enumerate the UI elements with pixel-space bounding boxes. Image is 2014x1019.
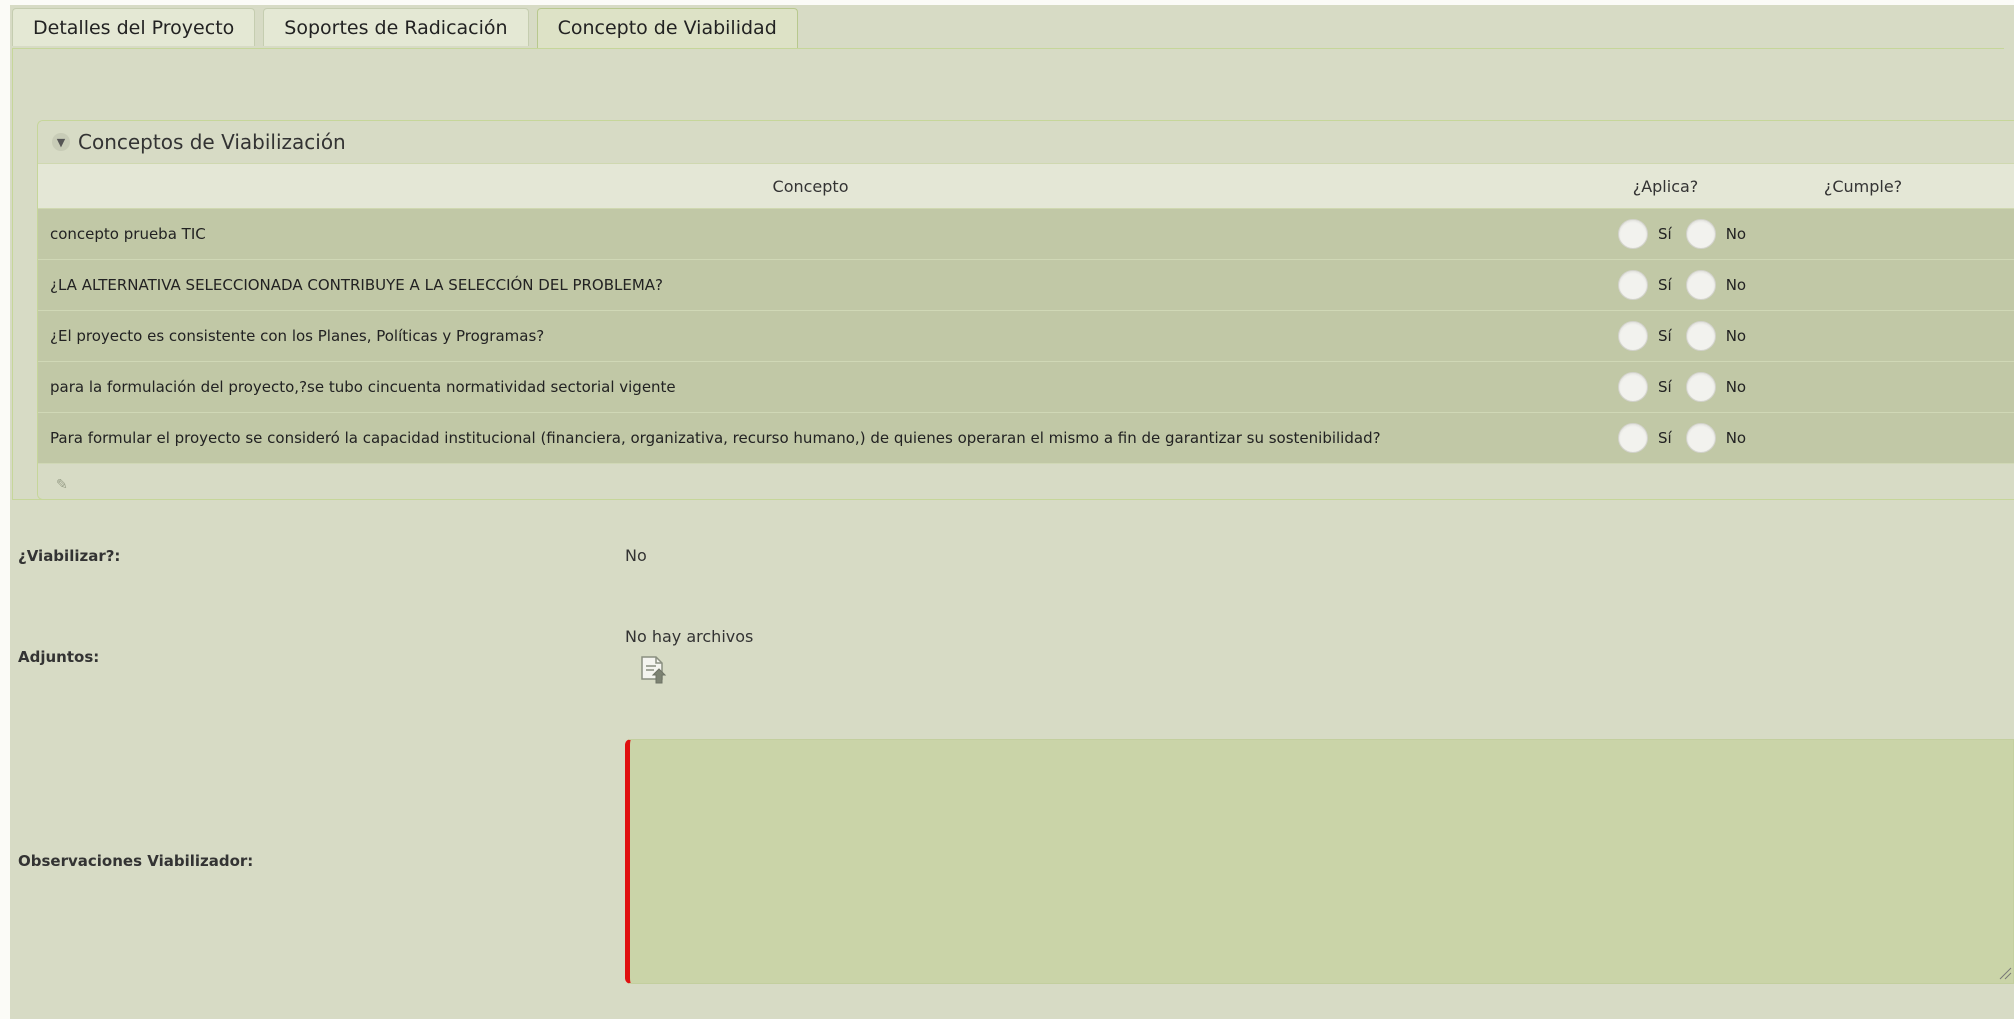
radio-circle-icon[interactable] xyxy=(1618,423,1648,453)
radio-label-si: Sí xyxy=(1658,429,1672,447)
radio-circle-icon[interactable] xyxy=(1618,372,1648,402)
aplica-radio-group: Sí No xyxy=(1618,321,1746,351)
radio-label-no: No xyxy=(1725,276,1747,294)
radio-circle-icon[interactable] xyxy=(1685,423,1716,453)
radio-circle-icon[interactable] xyxy=(1685,321,1716,351)
tab-soportes-radicacion[interactable]: Soportes de Radicación xyxy=(263,8,529,46)
concept-text: concepto prueba TIC xyxy=(50,225,206,243)
radio-label-no: No xyxy=(1725,225,1747,243)
radio-si[interactable]: Sí xyxy=(1618,372,1672,402)
radio-label-si: Sí xyxy=(1658,276,1672,294)
concept-text: ¿El proyecto es consistente con los Plan… xyxy=(50,327,545,345)
column-header-concepto: Concepto xyxy=(772,176,849,196)
adjuntos-value: No hay archivos xyxy=(625,627,754,646)
table-row: Para formular el proyecto se consideró l… xyxy=(38,413,2014,464)
upload-file-icon[interactable] xyxy=(638,655,668,687)
accordion-footer: ✎ xyxy=(38,464,2014,499)
accordion-title: Conceptos de Viabilización xyxy=(78,130,346,154)
radio-si[interactable]: Sí xyxy=(1618,219,1672,249)
viabilizar-value: No xyxy=(625,546,647,565)
radio-no[interactable]: No xyxy=(1685,219,1747,249)
radio-circle-icon[interactable] xyxy=(1685,219,1716,249)
radio-si[interactable]: Sí xyxy=(1618,270,1672,300)
aplica-radio-group: Sí No xyxy=(1618,372,1746,402)
resize-grip-icon[interactable] xyxy=(1998,966,2012,980)
radio-circle-icon[interactable] xyxy=(1618,321,1648,351)
radio-circle-icon[interactable] xyxy=(1685,270,1716,300)
table-row: concepto prueba TIC Sí No xyxy=(38,209,2014,260)
radio-label-no: No xyxy=(1725,429,1747,447)
radio-label-si: Sí xyxy=(1658,225,1672,243)
chevron-down-icon[interactable]: ▼ xyxy=(52,133,70,151)
tab-bar: Detalles del Proyecto Soportes de Radica… xyxy=(12,8,798,49)
radio-circle-icon[interactable] xyxy=(1685,372,1716,402)
accordion-header[interactable]: ▼ Conceptos de Viabilización xyxy=(38,121,2014,163)
radio-label-no: No xyxy=(1725,378,1747,396)
observaciones-label: Observaciones Viabilizador: xyxy=(18,852,254,870)
table-row: ¿El proyecto es consistente con los Plan… xyxy=(38,311,2014,362)
conceptos-accordion: ▼ Conceptos de Viabilización Concepto ¿A… xyxy=(37,120,2014,500)
radio-no[interactable]: No xyxy=(1685,270,1747,300)
column-header-cumple: ¿Cumple? xyxy=(1823,176,1903,196)
concept-text: Para formular el proyecto se consideró l… xyxy=(50,429,1381,447)
pencil-icon[interactable]: ✎ xyxy=(56,477,68,493)
viabilizar-label: ¿Viabilizar?: xyxy=(18,547,121,565)
concept-text: ¿LA ALTERNATIVA SELECCIONADA CONTRIBUYE … xyxy=(50,276,664,294)
radio-no[interactable]: No xyxy=(1685,423,1747,453)
radio-si[interactable]: Sí xyxy=(1618,321,1672,351)
radio-no[interactable]: No xyxy=(1685,321,1747,351)
adjuntos-label: Adjuntos: xyxy=(18,648,100,666)
radio-no[interactable]: No xyxy=(1685,372,1747,402)
aplica-radio-group: Sí No xyxy=(1618,423,1746,453)
table-header: Concepto ¿Aplica? ¿Cumple? xyxy=(38,163,2014,209)
radio-si[interactable]: Sí xyxy=(1618,423,1672,453)
observaciones-textarea[interactable] xyxy=(625,739,2014,984)
radio-label-no: No xyxy=(1725,327,1747,345)
radio-circle-icon[interactable] xyxy=(1618,219,1648,249)
radio-label-si: Sí xyxy=(1658,327,1672,345)
aplica-radio-group: Sí No xyxy=(1618,219,1746,249)
radio-label-si: Sí xyxy=(1658,378,1672,396)
tab-detalles-proyecto[interactable]: Detalles del Proyecto xyxy=(12,8,256,46)
radio-circle-icon[interactable] xyxy=(1618,270,1648,300)
column-header-aplica: ¿Aplica? xyxy=(1632,176,1699,196)
tab-concepto-viabilidad[interactable]: Concepto de Viabilidad xyxy=(536,8,798,49)
table-row: para la formulación del proyecto,?se tub… xyxy=(38,362,2014,413)
aplica-radio-group: Sí No xyxy=(1618,270,1746,300)
concept-text: para la formulación del proyecto,?se tub… xyxy=(50,378,676,396)
table-row: ¿LA ALTERNATIVA SELECCIONADA CONTRIBUYE … xyxy=(38,260,2014,311)
